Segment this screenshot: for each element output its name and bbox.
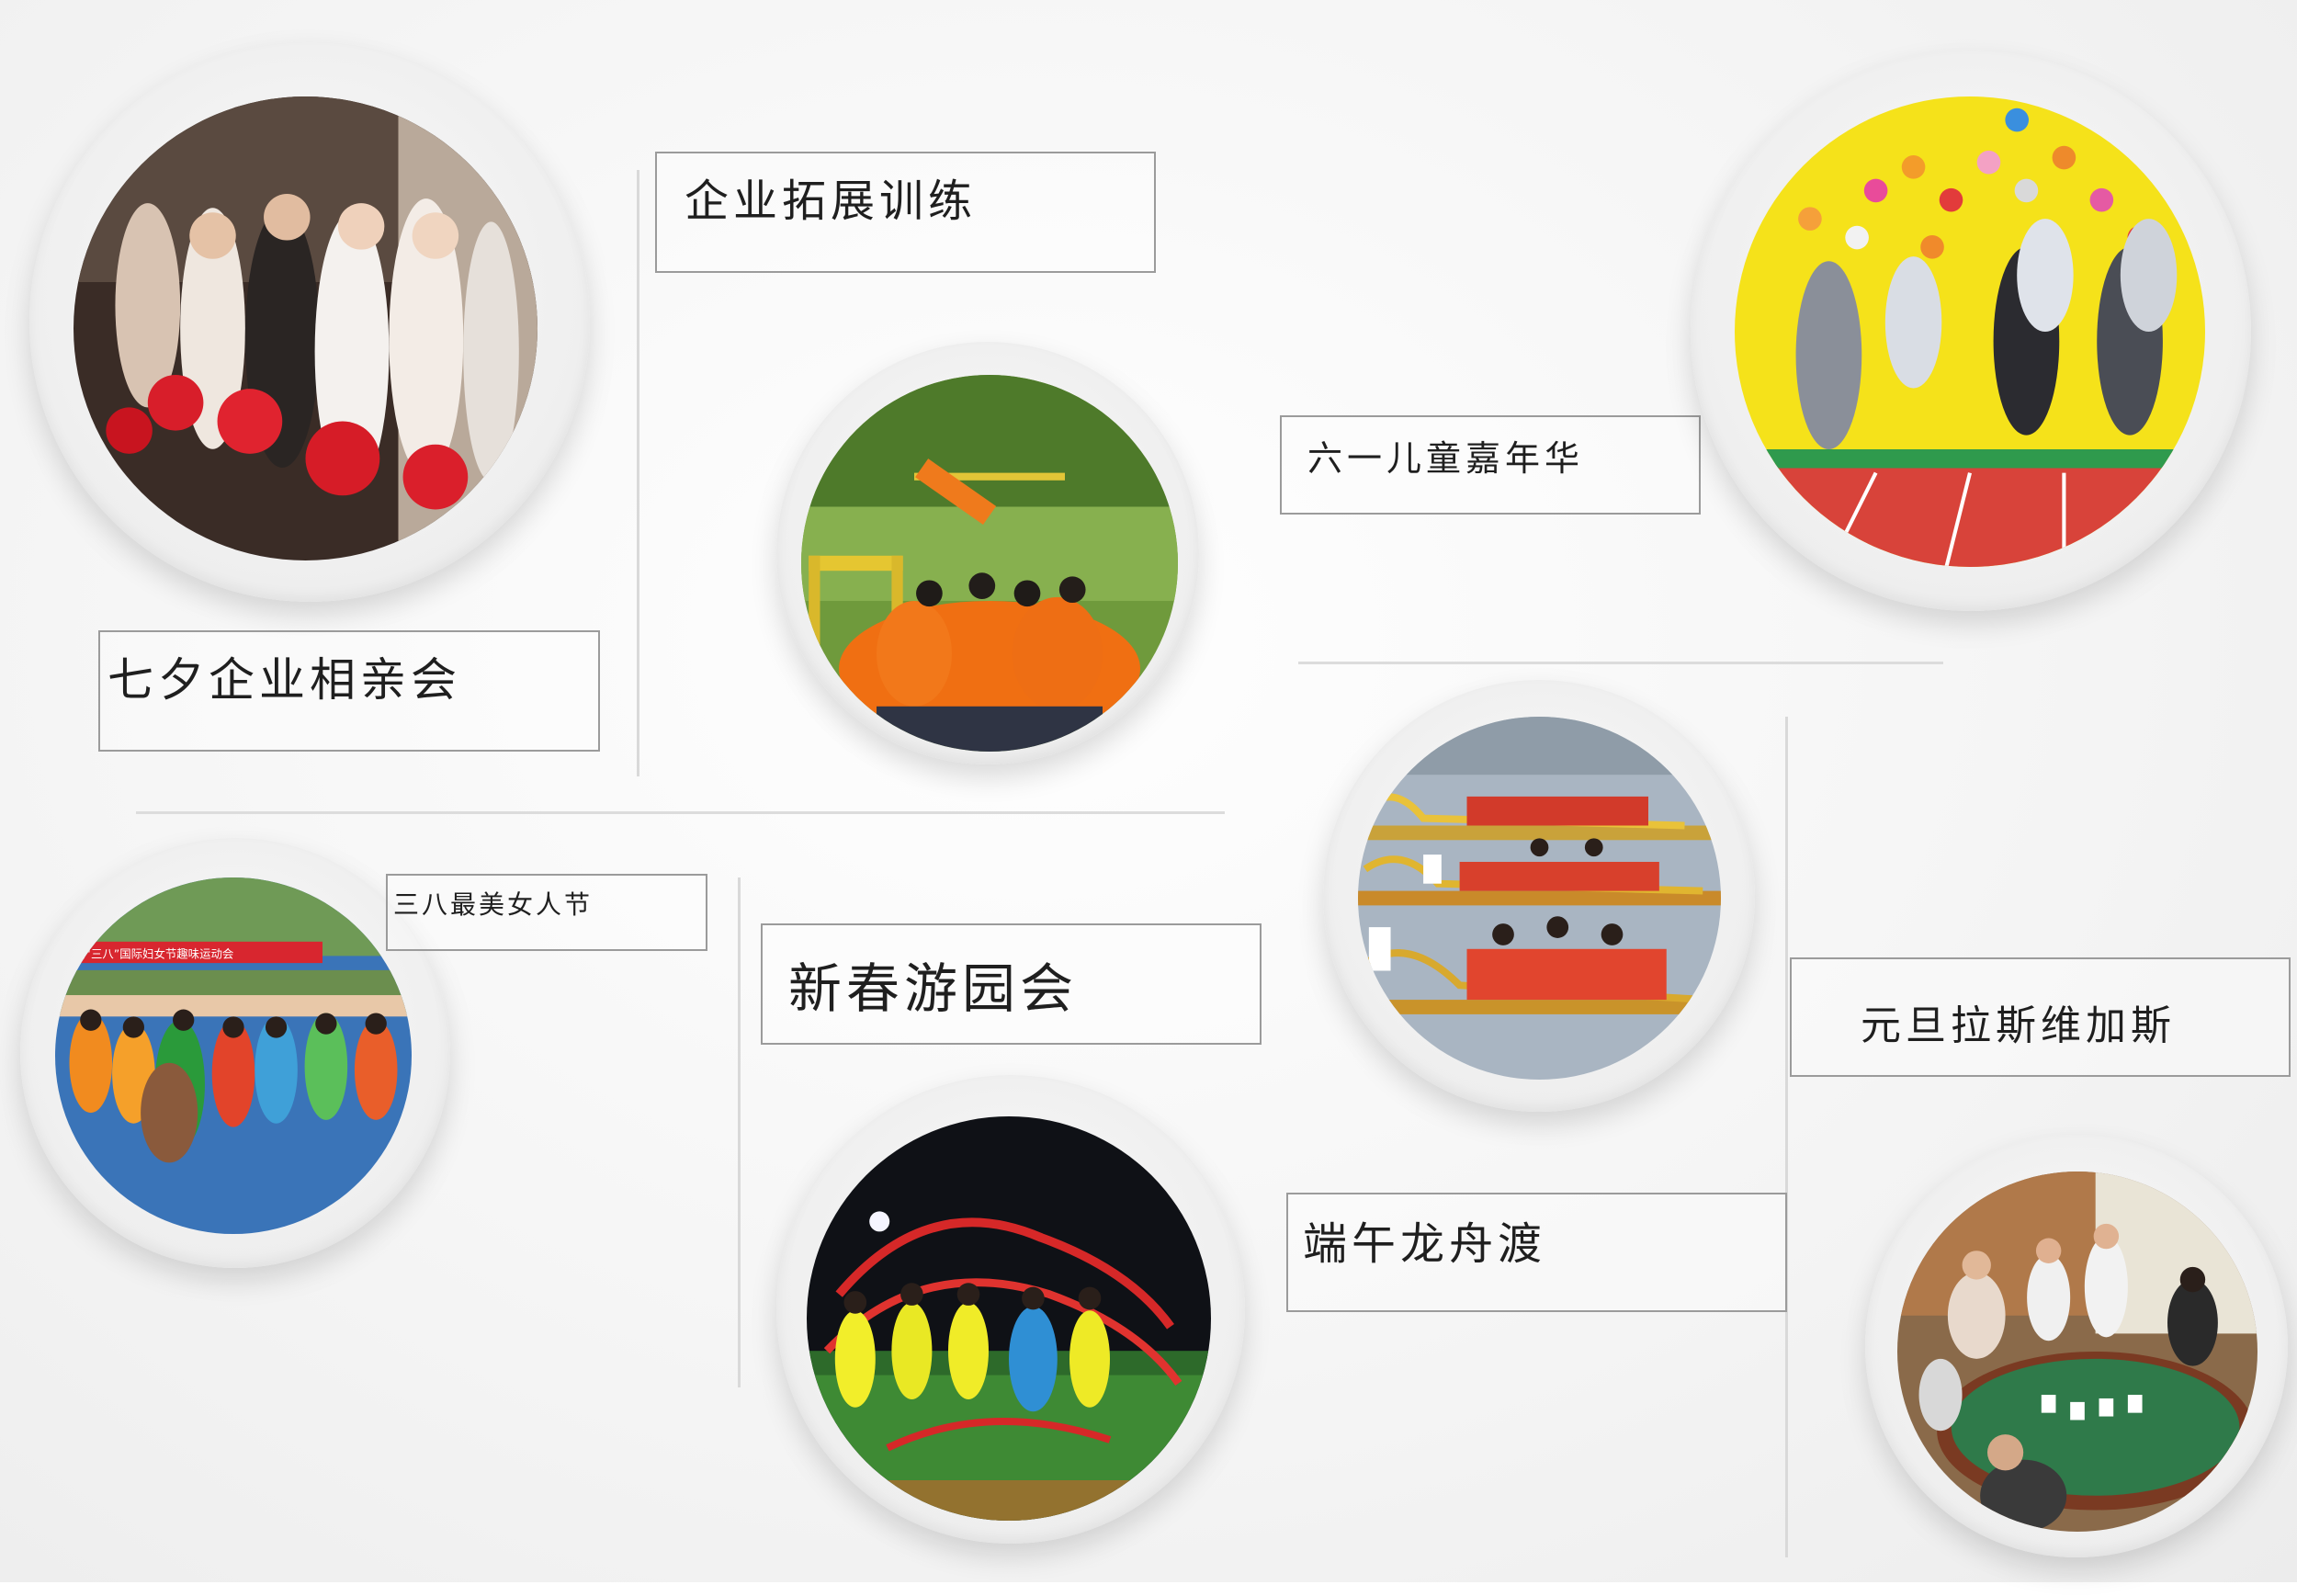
duanwu-label-box: 端午龙舟渡 [1286, 1193, 1787, 1312]
duanwu-photo [1358, 717, 1721, 1080]
yuandan-label: 元旦拉斯维加斯 [1861, 1002, 2176, 1049]
tuozhan-label: 企业拓展训练 [685, 175, 978, 227]
divider-vertical-1 [637, 170, 639, 776]
sanba-label-box: 三八最美女人节 [386, 874, 707, 951]
xinchun-label: 新春游园会 [788, 957, 1079, 1020]
tuozhan-photo [801, 375, 1178, 752]
sanba-label: 三八最美女人节 [393, 889, 594, 920]
xinchun-photo [807, 1116, 1211, 1521]
tuozhan-label-box: 企业拓展训练 [655, 152, 1156, 273]
duanwu-label: 端午龙舟渡 [1303, 1218, 1547, 1270]
qixi-label-box: 七夕企业相亲会 [98, 630, 600, 752]
xinchun-label-box: 新春游园会 [761, 923, 1262, 1045]
liuyi-label: 六一儿童嘉年华 [1307, 438, 1585, 479]
bottom-strip [0, 1582, 2297, 1596]
qixi-label: 七夕企业相亲会 [107, 653, 461, 707]
divider-horizontal-1 [136, 811, 1225, 814]
liuyi-photo [1735, 96, 2205, 567]
yuandan-label-box: 元旦拉斯维加斯 [1790, 957, 2291, 1077]
divider-horizontal-2 [1298, 662, 1943, 664]
sanba-photo: 庆祝“三八”国际妇女节趣味运动会 [55, 877, 412, 1234]
divider-vertical-2 [738, 877, 741, 1387]
liuyi-label-box: 六一儿童嘉年华 [1280, 415, 1701, 515]
yuandan-photo [1897, 1172, 2257, 1532]
qixi-photo [74, 96, 537, 560]
divider-vertical-3 [1785, 717, 1788, 1557]
